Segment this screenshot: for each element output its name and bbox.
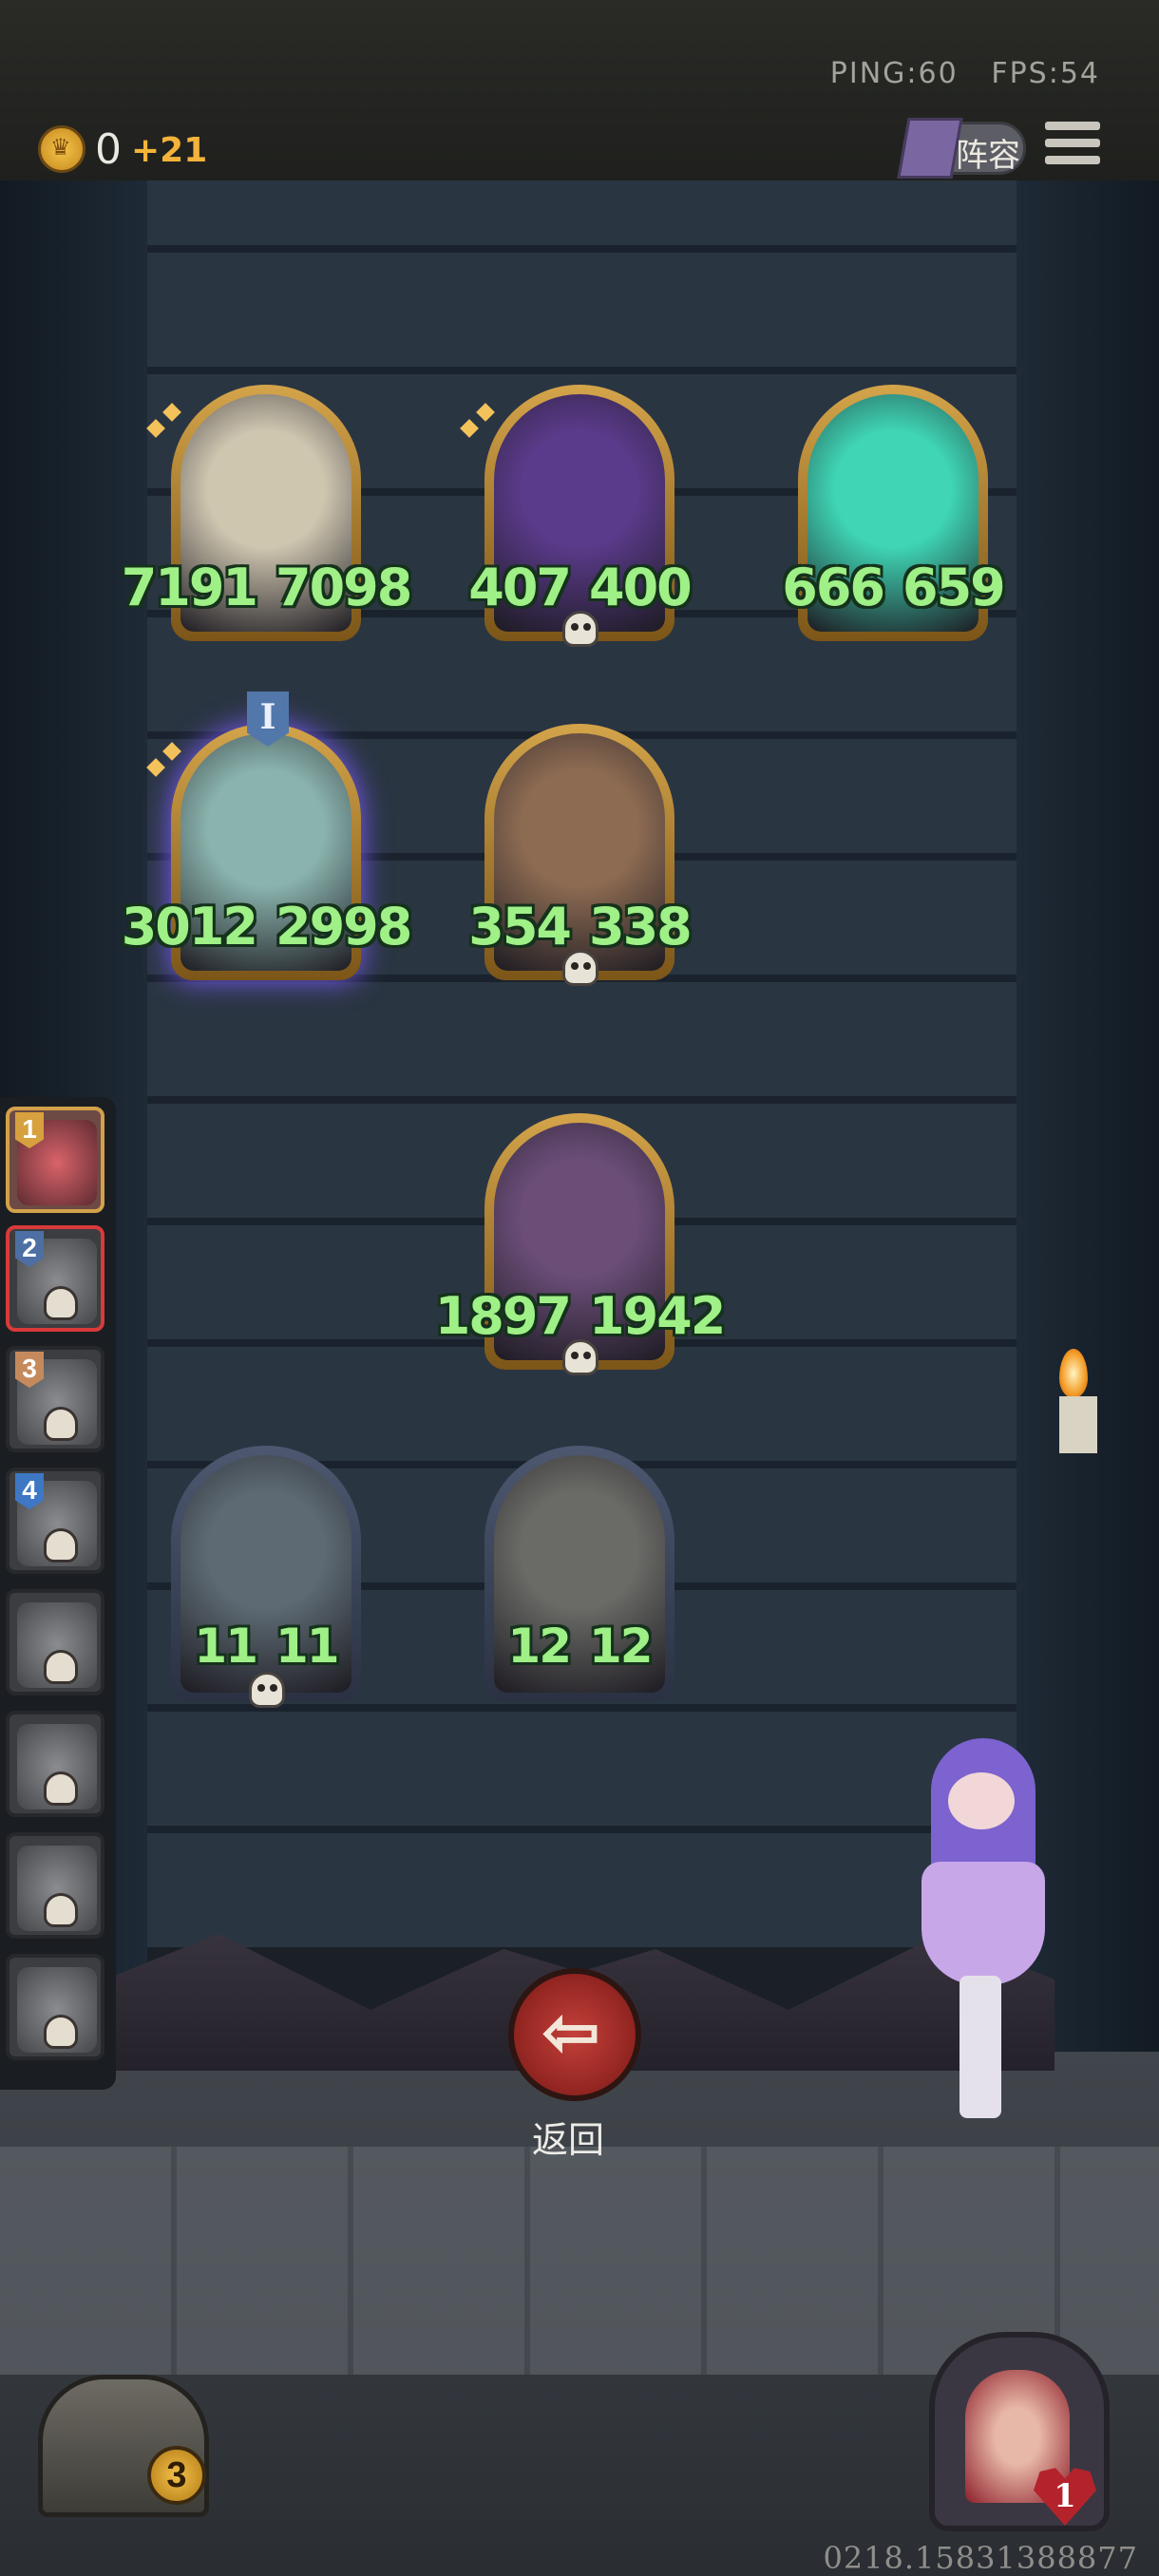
queue-slot[interactable]: 2 [6, 1225, 104, 1332]
ping-readout: PING:60 [829, 57, 959, 90]
unit-card-cyborg-guy[interactable]: 1897 1942 [435, 1113, 726, 1375]
back-label: 返回 [532, 2121, 605, 2161]
coin-income: +21 [131, 131, 208, 170]
queue-slot[interactable]: 3 [6, 1346, 104, 1452]
health-value: 659 [902, 558, 1006, 617]
attack-value: 666 [782, 558, 885, 617]
queue-slot[interactable]: 4 [6, 1468, 104, 1574]
opponent-queue: 1 2 3 4 [0, 1097, 116, 2090]
coin-icon [38, 125, 86, 173]
top-bar: PING:60 FPS:54 0 +21 阵容 [0, 0, 1159, 184]
unit-card-sorceress[interactable]: 407 400 [468, 385, 693, 647]
network-stats: PING:60 FPS:54 [830, 57, 1100, 90]
unit-card-airship[interactable]: 12 12 [484, 1446, 674, 1702]
lineup-label: 阵容 [956, 138, 1020, 174]
back-button[interactable]: ⇦ [508, 1968, 641, 2101]
queue-slot[interactable] [6, 1954, 104, 2060]
coin-count: 0 [95, 125, 122, 174]
hero-portrait[interactable]: 1 [929, 2303, 1119, 2531]
unit-card-dragon-horse[interactable]: I 3012 2998 [122, 691, 412, 980]
arrow-left-icon: ⇦ [542, 1995, 600, 2071]
unit-card-robot-bell[interactable]: 11 11 [171, 1446, 361, 1708]
unit-card-pumpkin[interactable]: 7191 7098 [122, 385, 412, 641]
skull-icon [44, 1286, 78, 1320]
hamburger-menu-icon[interactable] [1045, 122, 1100, 175]
health-value: 11 [276, 1619, 340, 1674]
attack-value: 354 [468, 897, 572, 957]
attack-value: 3012 [121, 897, 258, 957]
skull-icon [44, 2015, 78, 2049]
unit-card-dwarf-king[interactable]: 354 338 [468, 724, 693, 986]
health-value: 338 [589, 897, 693, 957]
health-value: 2998 [276, 897, 412, 957]
attack-value: 407 [468, 558, 572, 617]
skull-icon [44, 1771, 78, 1806]
attack-value: 7191 [121, 558, 258, 617]
queue-slot[interactable] [6, 1711, 104, 1817]
attack-value: 1897 [434, 1286, 572, 1346]
queue-slot[interactable]: 1 [6, 1107, 104, 1213]
queue-slot[interactable] [6, 1589, 104, 1695]
unit-card-spectral-king[interactable]: 666 659 [782, 385, 1006, 641]
player-character [874, 1738, 1083, 2118]
session-id: 0218.15831388877 [823, 2540, 1138, 2576]
queue-slot[interactable] [6, 1832, 104, 1939]
skull-icon [44, 1650, 78, 1684]
health-value: 12 [589, 1619, 654, 1674]
attack-value: 12 [507, 1619, 572, 1674]
health-value: 400 [589, 558, 693, 617]
skull-icon [44, 1528, 78, 1563]
skull-icon [562, 611, 598, 647]
skull-icon [562, 950, 598, 986]
health-value: 1942 [589, 1286, 726, 1346]
health-value: 7098 [276, 558, 412, 617]
chest-count: 3 [147, 2446, 206, 2505]
candle-icon [1059, 1349, 1097, 1453]
skull-icon [44, 1893, 78, 1927]
attack-value: 11 [194, 1619, 258, 1674]
book-icon [897, 118, 963, 179]
fps-readout: FPS:54 [991, 57, 1100, 90]
treasure-chest[interactable]: 3 [19, 2318, 228, 2527]
skull-icon [249, 1672, 285, 1708]
skull-icon [562, 1339, 598, 1375]
skull-icon [44, 1407, 78, 1441]
